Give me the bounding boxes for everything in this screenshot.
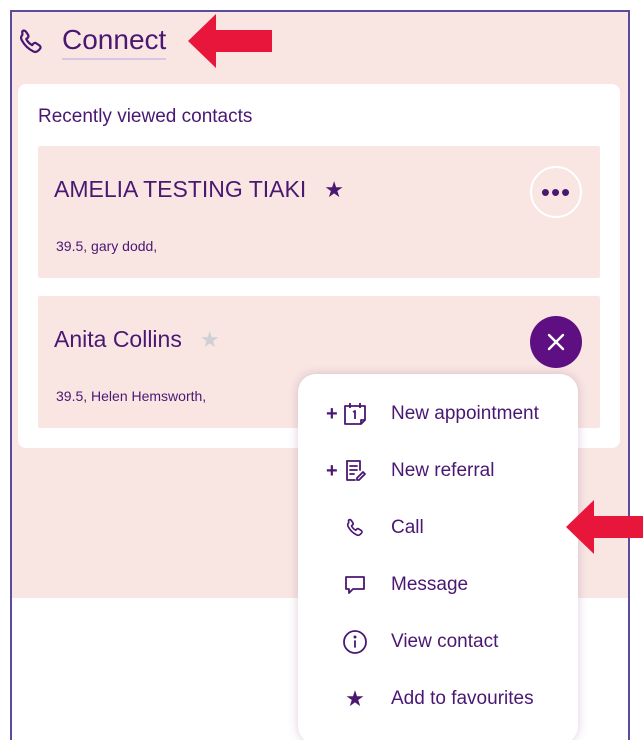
close-icon — [547, 333, 565, 351]
referral-icon — [342, 458, 368, 484]
contact-name: Anita Collins — [54, 326, 182, 352]
menu-item-message[interactable]: Message — [298, 559, 578, 611]
menu-item-label: New referral — [391, 460, 495, 481]
more-icon: ••• — [540, 176, 572, 207]
menu-item-label: New appointment — [391, 403, 539, 424]
panel-subtitle: Recently viewed contacts — [38, 106, 253, 127]
contact-detail: 39.5, gary dodd, — [56, 238, 158, 254]
arrow-left-icon — [566, 500, 643, 554]
close-menu-button[interactable] — [530, 316, 582, 368]
contact-card[interactable]: AMELIA TESTING TIAKI ★ 39.5, gary dodd, … — [38, 146, 600, 278]
plus-icon: + — [326, 402, 338, 425]
contact-detail: 39.5, Helen Hemsworth, — [56, 388, 207, 404]
menu-item-label: Message — [391, 574, 469, 595]
annotation-arrow — [566, 500, 643, 554]
connect-header: Connect — [16, 22, 167, 62]
menu-item-view-contact[interactable]: View contact — [298, 616, 578, 668]
phone-icon — [342, 515, 368, 541]
annotation-arrow — [188, 14, 274, 68]
menu-item-new-referral[interactable]: + New referral — [298, 445, 578, 497]
phone-icon — [20, 29, 42, 53]
star-icon[interactable]: ★ — [324, 177, 344, 203]
star-icon[interactable]: ★ — [200, 327, 220, 353]
plus-icon: + — [326, 459, 338, 482]
menu-item-label: Call — [391, 517, 424, 538]
star-icon: ★ — [345, 686, 365, 711]
menu-item-label: Add to favourites — [391, 688, 534, 709]
message-icon — [342, 572, 368, 598]
arrow-left-icon — [188, 14, 272, 68]
app-frame: Connect Recently viewed contacts AMELIA … — [10, 10, 630, 740]
menu-item-add-to-favourites[interactable]: ★ Add to favourites — [298, 673, 578, 725]
menu-item-call[interactable]: Call — [298, 502, 578, 554]
more-options-button[interactable]: ••• — [530, 166, 582, 218]
menu-item-new-appointment[interactable]: + New appointment — [298, 388, 578, 440]
info-icon — [342, 629, 368, 655]
contact-name: AMELIA TESTING TIAKI — [54, 176, 307, 202]
menu-item-label: View contact — [391, 631, 499, 652]
page-title: Connect — [62, 24, 167, 60]
calendar-icon — [342, 401, 368, 427]
contact-name-row: Anita Collins ★ — [54, 326, 220, 353]
contact-action-menu: + New appointment + New referral Call Me… — [298, 374, 578, 740]
contact-name-row: AMELIA TESTING TIAKI ★ — [54, 176, 344, 203]
